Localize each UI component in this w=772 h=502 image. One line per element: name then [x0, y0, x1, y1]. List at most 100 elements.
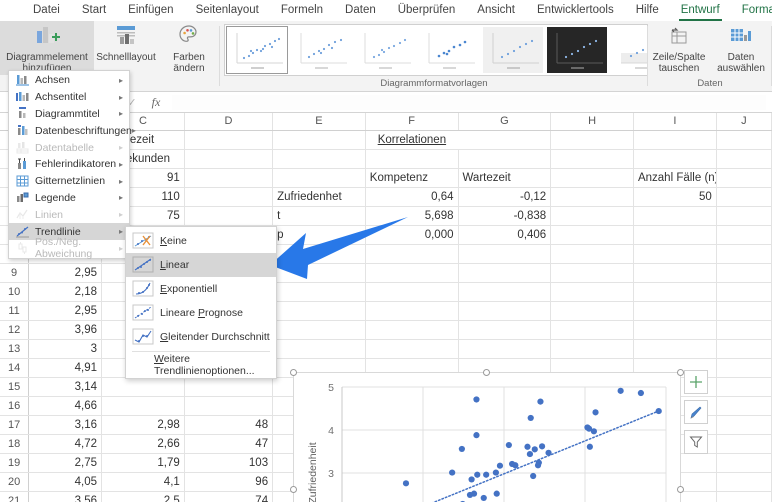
cell-h[interactable] [550, 320, 634, 340]
cell-i[interactable] [633, 282, 717, 302]
scatter-chart[interactable]: 1234512345KompetenzZufriedenheit [293, 372, 681, 502]
cell-b-value[interactable]: 3 [28, 339, 103, 359]
cell-b-value[interactable]: 2,95 [28, 263, 103, 283]
cell-h[interactable] [550, 168, 634, 188]
cell-j[interactable] [716, 320, 772, 340]
cell-e[interactable] [272, 149, 366, 169]
cell-d[interactable] [184, 130, 274, 150]
menu-item-fehlerindikatoren[interactable]: Fehlerindikatoren ▸ [9, 156, 129, 173]
cell-i-n-label[interactable]: Anzahl Fälle (n) [633, 168, 717, 188]
cell-h[interactable] [550, 301, 634, 321]
cell-e-corr-label[interactable]: p [272, 225, 366, 245]
row-header[interactable]: 18 [0, 434, 30, 454]
cell-e[interactable] [272, 339, 366, 359]
cell-d[interactable] [184, 206, 274, 226]
chart-resize-handle-tr[interactable] [677, 369, 684, 376]
cell-e[interactable] [272, 130, 366, 150]
cell-korrelationen-title[interactable]: Korrelationen [365, 130, 458, 150]
chart-style-thumb[interactable] [418, 26, 480, 74]
fx-icon[interactable]: fx [144, 95, 168, 110]
cell-e[interactable] [272, 263, 366, 283]
chart-style-thumb[interactable] [546, 26, 608, 74]
cell-b-value[interactable]: 2,18 [28, 282, 103, 302]
cell-h[interactable] [550, 339, 634, 359]
cell-e[interactable] [272, 282, 366, 302]
cell-j[interactable] [716, 396, 772, 416]
row-header[interactable]: 11 [0, 301, 30, 321]
cell-c-value[interactable]: 2,5 [101, 491, 185, 502]
ribbon-tab-formeln[interactable]: Formeln [270, 0, 334, 21]
ribbon-tab-start[interactable]: Start [71, 0, 117, 21]
cell-f[interactable] [365, 339, 459, 359]
cell-c-value[interactable]: 4,1 [101, 472, 185, 492]
cell-g[interactable] [458, 301, 552, 321]
cell-e[interactable] [272, 168, 366, 188]
ribbon-tab-seitenlayout[interactable]: Seitenlayout [185, 0, 270, 21]
column-header-j[interactable]: J [716, 113, 772, 131]
cell-j[interactable] [716, 377, 772, 397]
cell-i[interactable] [633, 225, 717, 245]
cell-b-value[interactable]: 4,91 [28, 358, 103, 378]
column-header-i[interactable]: I [633, 113, 717, 131]
cell-f-corr-value[interactable]: 0,64 [365, 187, 459, 207]
cell-h[interactable] [550, 130, 634, 150]
column-header-d[interactable]: D [184, 113, 274, 131]
cell-j[interactable] [716, 415, 772, 435]
cell-h[interactable] [550, 263, 634, 283]
quick-layout-button[interactable]: Schnelllayout [94, 21, 158, 63]
cell-h[interactable] [550, 187, 634, 207]
column-header-h[interactable]: H [550, 113, 634, 131]
cell-d[interactable] [184, 149, 274, 169]
cell-b-value[interactable]: 3,16 [28, 415, 103, 435]
cell-c-value[interactable] [101, 377, 185, 397]
cell-j[interactable] [716, 168, 772, 188]
row-header[interactable]: 15 [0, 377, 30, 397]
cell-d[interactable] [184, 396, 274, 416]
row-header[interactable]: 14 [0, 358, 30, 378]
cell-j[interactable] [716, 244, 772, 264]
cell-j[interactable] [716, 434, 772, 454]
menu-item-achsentitel[interactable]: Achsentitel ▸ [9, 89, 129, 106]
cell-d-value[interactable]: 48 [184, 415, 274, 435]
menu-item-datenbeschriftungen[interactable]: Datenbeschriftungen ▸ [9, 122, 136, 139]
cell-f[interactable] [365, 244, 459, 264]
ribbon-tab-entwicklertools[interactable]: Entwicklertools [526, 0, 625, 21]
chart-style-thumb[interactable] [226, 26, 288, 74]
trendline-item-exponentiell[interactable]: Exponentiell [126, 277, 276, 301]
chart-styles-button[interactable] [684, 400, 708, 424]
chart-styles-gallery[interactable]: ▲ ▼ ▾ [224, 24, 648, 76]
cell-c-value[interactable] [101, 396, 185, 416]
cell-j[interactable] [716, 472, 772, 492]
formula-input[interactable] [172, 94, 766, 110]
cell-g[interactable] [458, 244, 552, 264]
chart-style-thumb[interactable] [290, 26, 352, 74]
cell-j[interactable] [716, 453, 772, 473]
cell-e-corr-label[interactable]: Zufriedenhet [272, 187, 366, 207]
cell-g-corr-value[interactable]: -0,12 [458, 187, 552, 207]
column-header-g[interactable]: G [458, 113, 552, 131]
chart-style-thumb[interactable] [610, 26, 647, 74]
cell-f-corr-value[interactable]: 0,000 [365, 225, 459, 245]
cell-g-col-header[interactable]: Wartezeit [458, 168, 552, 188]
chart-resize-handle-tl[interactable] [290, 369, 297, 376]
row-header[interactable]: 16 [0, 396, 30, 416]
more-trendline-options-item[interactable]: Weitere Trendlinienoptionen... [126, 353, 276, 377]
cell-f[interactable] [365, 320, 459, 340]
cell-b-value[interactable]: 3,56 [28, 491, 103, 502]
row-header[interactable]: 21 [0, 491, 30, 502]
ribbon-tab-format[interactable]: Format [731, 0, 772, 21]
cell-j[interactable] [716, 301, 772, 321]
change-colors-button[interactable]: Farben ändern [158, 21, 220, 75]
chart-filters-button[interactable] [684, 430, 708, 454]
cell-j[interactable] [716, 149, 772, 169]
cell-g[interactable] [458, 282, 552, 302]
cell-f-corr-value[interactable]: 5,698 [365, 206, 459, 226]
switch-row-column-button[interactable]: Zeile/Spalte tauschen [648, 21, 710, 75]
cell-f[interactable] [365, 149, 459, 169]
cell-e[interactable] [272, 320, 366, 340]
cell-e[interactable] [272, 244, 366, 264]
cell-f[interactable] [365, 263, 459, 283]
cell-d[interactable] [184, 168, 274, 188]
cell-h[interactable] [550, 282, 634, 302]
cell-g-corr-value[interactable]: -0,838 [458, 206, 552, 226]
